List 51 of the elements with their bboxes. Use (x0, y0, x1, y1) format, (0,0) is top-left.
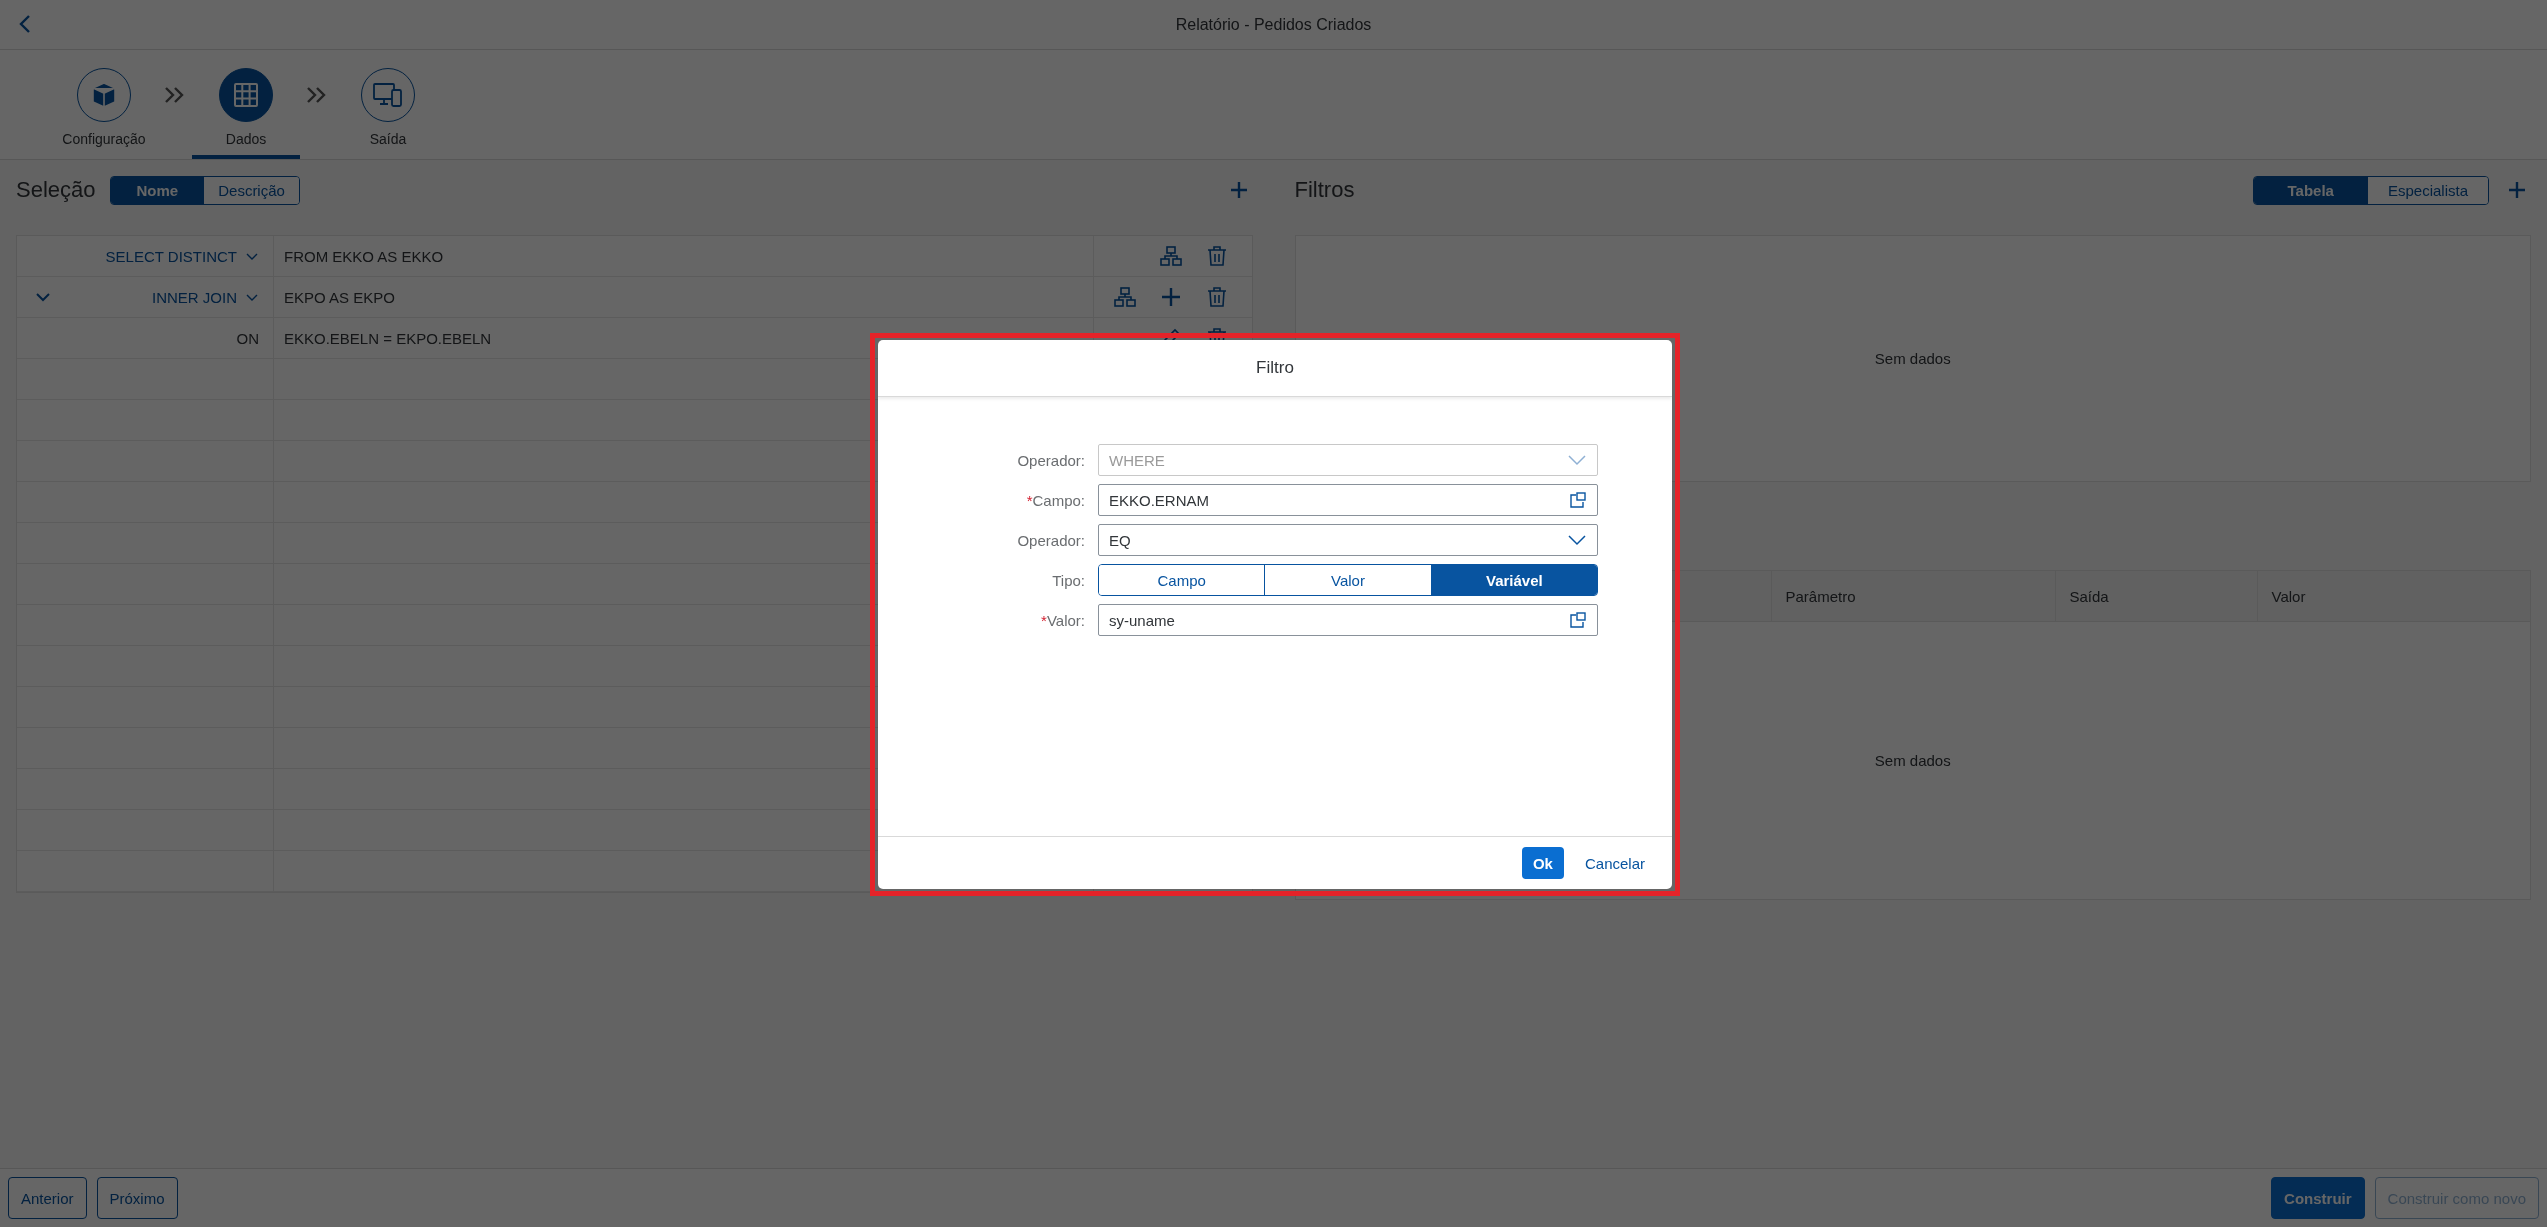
chevron-down-icon (1567, 534, 1587, 546)
wizard-step[interactable]: Configuração (50, 50, 158, 159)
field-label: Operador: (1016, 531, 1085, 549)
column-header: Valor (2271, 587, 2306, 605)
dialog-button[interactable]: Ok (1521, 847, 1564, 879)
section-title: Seleção (16, 177, 96, 203)
keyword-dropdown[interactable]: SELECT DISTINCT (105, 247, 259, 265)
input-field[interactable]: EKKO.ERNAM (1098, 484, 1598, 516)
section-title: Filtros (1294, 177, 1355, 203)
keyword-label: ON (236, 329, 259, 347)
column-header: Parâmetro (1785, 587, 1856, 605)
chevron-down-icon (1567, 454, 1587, 466)
hierarchy-icon[interactable] (1113, 286, 1136, 308)
wizard-step[interactable]: Dados (192, 50, 300, 159)
table-cell: EKKO.EBELN = EKPO.EBELN (284, 329, 492, 347)
type-option-button[interactable]: Variável (1431, 565, 1597, 595)
field-label: Operador: (1016, 451, 1085, 469)
chevron-down-icon (245, 292, 259, 302)
table-cell: EKPO AS EKPO (284, 288, 395, 306)
value-help-icon[interactable] (1569, 611, 1587, 629)
chevron-down-icon (245, 251, 259, 261)
hierarchy-icon[interactable] (1159, 245, 1182, 267)
dialog-title: Filtro (1256, 358, 1294, 378)
field-label: *Valor: (1040, 611, 1085, 629)
view-toggle-button[interactable]: Nome (110, 176, 205, 204)
value-help-icon[interactable] (1569, 491, 1587, 509)
keyword-dropdown[interactable]: INNER JOIN (152, 288, 259, 306)
field-label: Tipo: (1051, 571, 1085, 589)
add-icon[interactable] (1159, 286, 1182, 308)
dialog-button[interactable]: Cancelar (1573, 847, 1656, 879)
chevrons-icon (164, 86, 186, 104)
chevrons-icon (306, 86, 328, 104)
table-cell: FROM EKKO AS EKKO (284, 247, 444, 265)
devices-icon (372, 80, 404, 110)
empty-text: Sem dados (1874, 752, 1951, 769)
empty-text: Sem dados (1874, 350, 1951, 367)
footer-button[interactable]: Próximo (96, 1177, 178, 1219)
add-icon (2507, 180, 2527, 200)
select-field[interactable]: EQ (1098, 524, 1598, 556)
footer-button[interactable]: Anterior (8, 1177, 87, 1219)
footer-button[interactable]: Construir (2271, 1177, 2365, 1219)
type-option-button[interactable]: Campo (1099, 565, 1266, 595)
chevron-down-icon[interactable] (35, 292, 51, 302)
wizard-step[interactable]: Saída (334, 50, 442, 159)
add-icon (1228, 180, 1249, 200)
page-title: Relatório - Pedidos Criados (1175, 15, 1372, 34)
field-label: *Campo: (1025, 491, 1085, 509)
input-field[interactable]: sy-uname (1098, 604, 1598, 636)
view-toggle-button[interactable]: Tabela (2253, 176, 2368, 204)
grid-icon (231, 80, 261, 110)
column-header: Saída (2069, 587, 2109, 605)
